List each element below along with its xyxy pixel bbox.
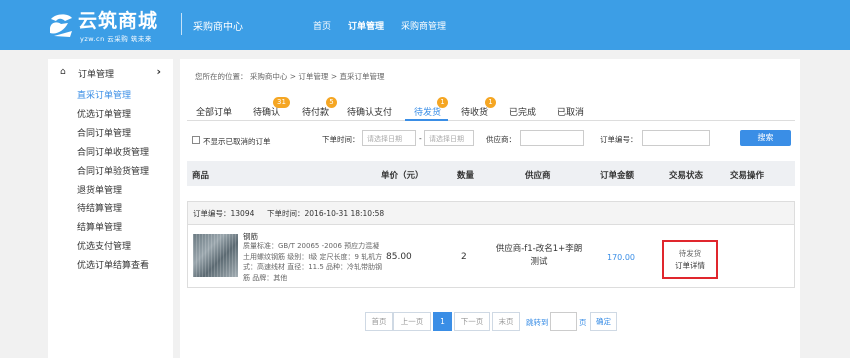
logo-icon — [50, 14, 72, 37]
tab-pending-receipt[interactable]: 待收货 — [461, 105, 488, 118]
date-from-input[interactable]: 请选择日期 — [362, 130, 416, 146]
trade-status: 待发货 — [678, 249, 702, 258]
hide-cancelled-checkbox[interactable] — [192, 136, 200, 144]
pager-last[interactable]: 末页 — [492, 312, 520, 331]
chevron-right-icon[interactable]: › — [156, 65, 161, 78]
pager-jump-label: 跳转到 — [526, 318, 549, 327]
supplier-input[interactable] — [520, 130, 584, 146]
tab-completed[interactable]: 已完成 — [509, 105, 536, 118]
pager-current-page[interactable]: 1 — [433, 312, 452, 331]
nav-order-management[interactable]: 订单管理 — [348, 19, 384, 32]
pager-next[interactable]: 下一页 — [454, 312, 490, 331]
supplier-name: 供应商-f1-改名1+李朗测试 — [495, 244, 583, 267]
column-supplier: 供应商 — [525, 171, 551, 181]
pager-first[interactable]: 首页 — [365, 312, 393, 331]
sidebar-section-header[interactable]: ⌂ 订单管理 › — [60, 65, 161, 81]
product-description: 质量标准：GB/T 20065 -2006 预应力混凝土用螺纹钢筋 级别：Ⅰ级 … — [243, 242, 383, 282]
logo[interactable]: 云筑商城 yzw.cn 云采购 筑未来 — [48, 9, 168, 43]
pager-prev[interactable]: 上一页 — [393, 312, 431, 331]
column-unit-price: 单价（元） — [381, 171, 424, 181]
badge-pending-receipt: 1 — [485, 97, 496, 108]
sidebar-item-settlements[interactable]: 结算单管理 — [77, 220, 122, 233]
unit-price: 85.00 — [386, 252, 412, 262]
product-image[interactable] — [193, 234, 238, 277]
breadcrumb: 您所在的位置： 采购商中心 > 订单管理 > 直采订单管理 — [195, 72, 385, 81]
quantity: 2 — [461, 252, 467, 262]
date-separator: - — [419, 134, 422, 143]
column-trade-status: 交易状态 — [669, 171, 704, 181]
sidebar-item-preferred-settlement-view[interactable]: 优选订单结算查看 — [77, 258, 149, 271]
center-title: 采购商中心 — [193, 22, 243, 33]
tab-pending-payment[interactable]: 待付款 — [302, 105, 329, 118]
logo-subtitle: yzw.cn 云采购 筑未来 — [80, 35, 152, 43]
date-to-input[interactable]: 请选择日期 — [424, 130, 474, 146]
pager-page-input[interactable] — [550, 312, 577, 331]
logo-text: 云筑商城 — [78, 10, 159, 32]
tab-cancelled[interactable]: 已取消 — [557, 105, 584, 118]
badge-pending-shipment: 1 — [437, 97, 448, 108]
tab-pending-payment-confirm[interactable]: 待确认支付 — [347, 105, 392, 118]
search-button[interactable]: 搜索 — [740, 130, 791, 146]
active-tab-underline — [405, 119, 448, 121]
sidebar-item-returns[interactable]: 退货单管理 — [77, 183, 122, 196]
order-detail-link[interactable]: 订单详情 — [662, 260, 718, 271]
sidebar-item-preferred-orders[interactable]: 优选订单管理 — [77, 107, 131, 120]
order-amount: 170.00 — [607, 253, 635, 262]
sidebar-item-preferred-payment[interactable]: 优选支付管理 — [77, 239, 131, 252]
header-divider — [181, 13, 182, 35]
sidebar-section-title: 订单管理 — [78, 70, 115, 80]
sidebar-item-direct-orders[interactable]: 直采订单管理 — [77, 88, 131, 101]
top-header: 云筑商城 yzw.cn 云采购 筑未来 采购商中心 首页 订单管理 采购商管理 — [0, 0, 850, 50]
nav-buyer-management[interactable]: 采购商管理 — [401, 19, 446, 32]
tab-pending-shipment[interactable]: 待发货 — [414, 105, 441, 118]
order-time: 下单时间：2016-10-31 18:10:58 — [267, 209, 385, 218]
column-trade-actions: 交易操作 — [730, 171, 765, 181]
hide-cancelled-label: 不显示已取消的订单 — [203, 137, 271, 146]
order-number: 订单编号：13094 — [193, 209, 255, 218]
supplier-label: 供应商： — [486, 135, 516, 144]
table-header — [187, 161, 795, 186]
order-time-label: 下单时间： — [322, 135, 360, 144]
tab-all-orders[interactable]: 全部订单 — [196, 105, 232, 118]
sidebar-item-contract-inspection[interactable]: 合同订单验货管理 — [77, 164, 149, 177]
column-product: 商品 — [192, 171, 210, 181]
column-order-amount: 订单金额 — [600, 171, 635, 181]
order-no-input[interactable] — [642, 130, 710, 146]
badge-pending-confirm: 31 — [273, 97, 290, 108]
order-no-label: 订单编号： — [600, 135, 638, 144]
tabs-divider — [187, 120, 795, 121]
pager-confirm-button[interactable]: 确定 — [590, 312, 617, 331]
sidebar-item-contract-orders[interactable]: 合同订单管理 — [77, 126, 131, 139]
pager-page-unit: 页 — [579, 318, 587, 327]
sidebar-item-pending-settlement[interactable]: 待结算管理 — [77, 201, 122, 214]
sidebar-item-contract-receiving[interactable]: 合同订单收货管理 — [77, 145, 149, 158]
badge-pending-payment: 5 — [326, 97, 337, 108]
nav-home[interactable]: 首页 — [313, 19, 331, 32]
column-quantity: 数量 — [457, 171, 475, 181]
home-icon: ⌂ — [60, 67, 66, 77]
